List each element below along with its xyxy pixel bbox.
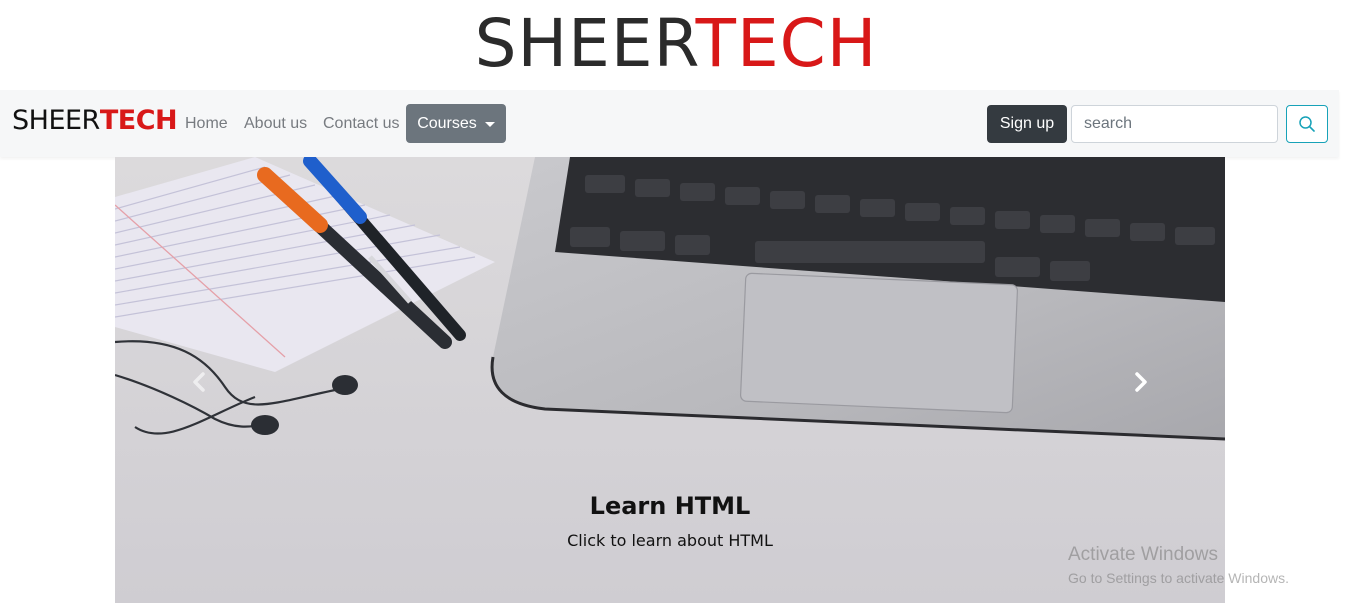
caret-down-icon [484,122,495,127]
nav-link-home[interactable]: Home [185,114,228,134]
logo-text-tech: TECH [695,5,878,82]
carousel-next-button[interactable] [1121,357,1161,407]
laptop-illustration [490,157,1225,441]
activate-windows-subtitle: Go to Settings to activate Windows. [1068,570,1289,586]
search-input[interactable] [1071,105,1278,143]
logo-text-sheer: SHEER [474,5,696,82]
courses-dropdown-button[interactable]: Courses [406,104,506,143]
search-button[interactable] [1286,105,1328,143]
navbar: SHEERTECH Home About us Contact us Cours… [0,90,1339,157]
brand-text-sheer: SHEER [12,105,100,136]
carousel-caption-text: Click to learn about HTML [567,531,773,550]
site-logo: SHEERTECH [0,8,1352,80]
carousel-caption-title: Learn HTML [589,492,751,520]
carousel-prev-button[interactable] [179,357,219,407]
courses-label: Courses [417,114,477,132]
navbar-brand[interactable]: SHEERTECH [12,105,178,137]
nav-link-contact-us[interactable]: Contact us [323,114,399,134]
carousel: Learn HTML Click to learn about HTML [115,157,1225,603]
chevron-right-icon [1135,372,1147,392]
nav-link-about-us[interactable]: About us [244,114,307,134]
search-icon [1299,116,1315,132]
chevron-left-icon [193,372,205,392]
brand-text-tech: TECH [99,105,178,136]
sign-up-button[interactable]: Sign up [987,105,1067,143]
activate-windows-title: Activate Windows [1068,544,1218,565]
